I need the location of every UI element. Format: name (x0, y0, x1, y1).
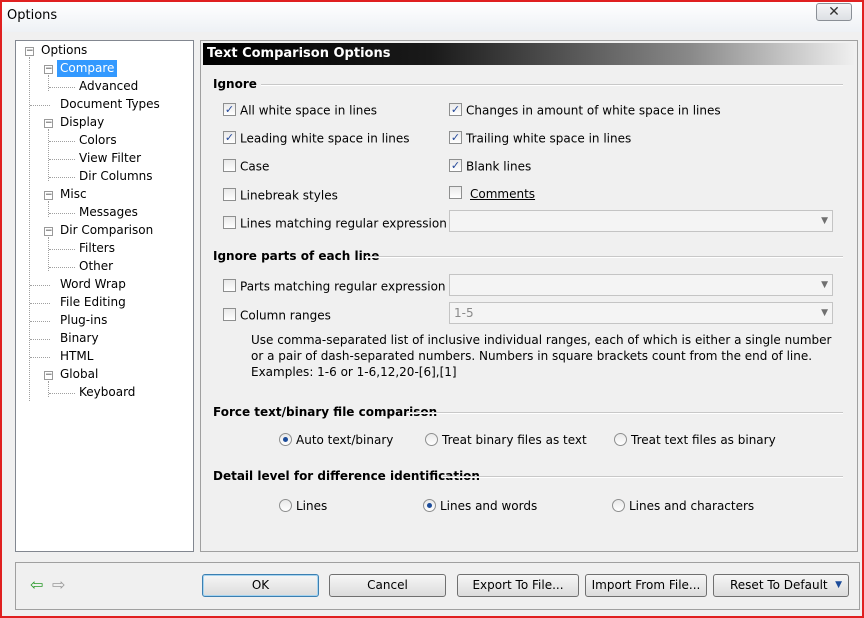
detail-lines-radio[interactable]: Lines (279, 499, 327, 515)
forward-arrow-icon[interactable]: ⇨ (52, 577, 65, 593)
ignore-group-title: Ignore (213, 77, 257, 91)
checkbox-box[interactable] (223, 159, 236, 172)
tree-item-dir-comparison[interactable]: Dir Comparison (57, 222, 156, 239)
column-ranges-checkbox[interactable]: Column ranges (223, 308, 331, 324)
detail-lines-words-radio[interactable]: Lines and words (423, 499, 537, 515)
detail-group-title: Detail level for difference identificati… (213, 469, 480, 483)
tree-item-plug-ins[interactable]: Plug-ins (57, 312, 110, 329)
chevron-down-icon[interactable]: ▼ (821, 211, 828, 231)
chevron-down-icon[interactable]: ▼ (821, 275, 828, 295)
tree-item-options[interactable]: Options (38, 42, 90, 59)
reset-to-default-button[interactable]: Reset To Default ▼ (713, 574, 849, 597)
tree-item-binary[interactable]: Binary (57, 330, 102, 347)
tree-item-colors[interactable]: Colors (76, 132, 120, 149)
radio-dot[interactable] (279, 499, 292, 512)
auto-text-binary-radio[interactable]: Auto text/binary (279, 433, 393, 449)
tree-item-keyboard[interactable]: Keyboard (76, 384, 138, 401)
comments-checkbox[interactable]: Comments (449, 186, 535, 202)
close-icon[interactable]: ✕ (816, 3, 852, 21)
case-checkbox[interactable]: Case (223, 159, 269, 175)
checkbox-box[interactable] (223, 308, 236, 321)
text-comparison-panel: Text Comparison Options Ignore ✓ All whit… (200, 40, 858, 552)
detail-lines-characters-radio[interactable]: Lines and characters (612, 499, 754, 515)
text-as-binary-radio[interactable]: Treat text files as binary (614, 433, 776, 449)
tree-item-messages[interactable]: Messages (76, 204, 141, 221)
binary-as-text-radio[interactable]: Treat binary files as text (425, 433, 587, 449)
chevron-down-icon[interactable]: ▼ (835, 575, 842, 596)
tree-expander-options[interactable]: − (25, 47, 34, 56)
column-ranges-help: Use comma-separated list of inclusive in… (251, 333, 832, 379)
tree-item-advanced[interactable]: Advanced (76, 78, 141, 95)
trailing-white-space-checkbox[interactable]: ✓ Trailing white space in lines (449, 131, 631, 147)
import-from-file-button[interactable]: Import From File... (585, 574, 707, 597)
window-title: Options (7, 8, 58, 23)
changes-white-space-checkbox[interactable]: ✓ Changes in amount of white space in lin… (449, 103, 721, 119)
export-to-file-button[interactable]: Export To File... (457, 574, 579, 597)
checkbox-box[interactable] (449, 186, 462, 199)
title-bar: Options ✕ (2, 2, 862, 32)
cancel-button[interactable]: Cancel (329, 574, 446, 597)
checkbox-box[interactable]: ✓ (449, 159, 462, 172)
tree-item-other[interactable]: Other (76, 258, 116, 275)
checkbox-box[interactable]: ✓ (223, 131, 236, 144)
radio-dot[interactable] (423, 499, 436, 512)
radio-dot[interactable] (612, 499, 625, 512)
radio-dot[interactable] (425, 433, 438, 446)
ok-button[interactable]: OK (202, 574, 319, 597)
back-arrow-icon[interactable]: ⇦ (30, 577, 43, 593)
radio-dot[interactable] (279, 433, 292, 446)
lines-matching-regex-checkbox[interactable]: Lines matching regular expression (223, 216, 447, 232)
tree-item-word-wrap[interactable]: Word Wrap (57, 276, 129, 293)
tree-item-view-filter[interactable]: View Filter (76, 150, 144, 167)
tree-item-filters[interactable]: Filters (76, 240, 118, 257)
tree-item-file-editing[interactable]: File Editing (57, 294, 129, 311)
tree-expander-global[interactable]: − (44, 371, 53, 380)
ignore-parts-group-title: Ignore parts of each line (213, 249, 380, 263)
options-tree[interactable]: − Options − Compare Advanced Document Ty… (15, 40, 194, 552)
checkbox-box[interactable] (223, 279, 236, 292)
column-ranges-combo[interactable]: 1-5 ▼ (449, 302, 833, 324)
tree-item-html[interactable]: HTML (57, 348, 96, 365)
checkbox-box[interactable]: ✓ (449, 131, 462, 144)
tree-item-dir-columns[interactable]: Dir Columns (76, 168, 156, 185)
chevron-down-icon[interactable]: ▼ (821, 303, 828, 323)
tree-expander-dir-comparison[interactable]: − (44, 227, 53, 236)
blank-lines-checkbox[interactable]: ✓ Blank lines (449, 159, 531, 175)
force-group-title: Force text/binary file comparison (213, 405, 438, 419)
dialog-footer: ⇦ ⇨ OK Cancel Export To File... Import F… (15, 562, 860, 610)
checkbox-box[interactable]: ✓ (223, 103, 236, 116)
all-white-space-checkbox[interactable]: ✓ All white space in lines (223, 103, 377, 119)
options-window: Options ✕ − Options − Compare Advanced D… (0, 0, 864, 618)
tree-expander-display[interactable]: − (44, 119, 53, 128)
parts-matching-regex-checkbox[interactable]: Parts matching regular expression (223, 279, 446, 295)
panel-title: Text Comparison Options (203, 43, 855, 65)
tree-expander-misc[interactable]: − (44, 191, 53, 200)
lines-regex-combo[interactable]: ▼ (449, 210, 833, 232)
tree-item-compare[interactable]: Compare (57, 60, 118, 77)
parts-regex-combo[interactable]: ▼ (449, 274, 833, 296)
tree-item-document-types[interactable]: Document Types (57, 96, 163, 113)
linebreak-styles-checkbox[interactable]: Linebreak styles (223, 188, 338, 204)
tree-item-global[interactable]: Global (57, 366, 101, 383)
radio-dot[interactable] (614, 433, 627, 446)
checkbox-box[interactable] (223, 216, 236, 229)
tree-item-display[interactable]: Display (57, 114, 107, 131)
tree-expander-compare[interactable]: − (44, 65, 53, 74)
tree-item-misc[interactable]: Misc (57, 186, 90, 203)
leading-white-space-checkbox[interactable]: ✓ Leading white space in lines (223, 131, 410, 147)
checkbox-box[interactable]: ✓ (449, 103, 462, 116)
checkbox-box[interactable] (223, 188, 236, 201)
